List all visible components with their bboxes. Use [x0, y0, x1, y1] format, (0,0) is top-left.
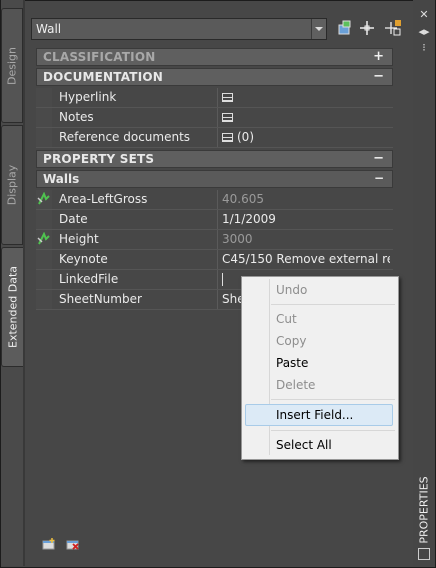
property-set-walls[interactable]: Walls −: [36, 170, 393, 188]
chevron-down-icon[interactable]: [311, 19, 326, 39]
property-row-reference-documents[interactable]: Reference documents (0): [36, 128, 393, 148]
tab-extended-data[interactable]: Extended Data: [1, 247, 23, 367]
menu-item-cut[interactable]: Cut: [276, 309, 297, 329]
autohide-icon[interactable]: ◂▸: [417, 25, 431, 39]
formula-property-icon: [37, 192, 50, 205]
property-row-area-leftgross[interactable]: Area-LeftGross 40.605: [36, 190, 393, 210]
expand-icon[interactable]: +: [373, 49, 384, 64]
palette-title: PROPERTIES: [417, 476, 431, 544]
collapse-icon[interactable]: −: [374, 171, 384, 185]
property-grid: CLASSIFICATION + DOCUMENTATION − Hyperli…: [36, 48, 393, 310]
menu-separator: [271, 304, 395, 305]
reference-documents-value[interactable]: (0): [222, 130, 390, 144]
worksheet-icon[interactable]: [222, 113, 233, 122]
collapse-icon[interactable]: −: [373, 69, 384, 84]
add-property-sets-icon[interactable]: [42, 538, 56, 550]
quick-select-icon[interactable]: [359, 20, 375, 36]
notes-value[interactable]: [222, 110, 390, 124]
property-row-notes[interactable]: Notes: [36, 108, 393, 128]
style-combo[interactable]: Wall: [31, 18, 327, 40]
menu-separator: [271, 399, 395, 400]
menu-item-copy[interactable]: Copy: [276, 331, 306, 351]
menu-separator: [271, 430, 395, 431]
text-cursor: [222, 273, 223, 286]
hyperlink-value[interactable]: [222, 90, 390, 104]
category-property-sets[interactable]: PROPERTY SETS −: [36, 150, 393, 168]
palette-settings-icon[interactable]: ⁝: [417, 41, 431, 55]
property-row-hyperlink[interactable]: Hyperlink: [36, 88, 393, 108]
context-menu: Undo Cut Copy Paste Delete Insert Field.…: [241, 276, 399, 460]
close-icon[interactable]: ✕: [417, 8, 431, 22]
category-classification[interactable]: CLASSIFICATION +: [36, 48, 393, 66]
menu-item-select-all[interactable]: Select All: [276, 435, 332, 455]
property-row-date[interactable]: Date 1/1/2009: [36, 210, 393, 230]
property-row-height[interactable]: Height 3000: [36, 230, 393, 250]
category-documentation[interactable]: DOCUMENTATION −: [36, 68, 393, 86]
menu-item-paste[interactable]: Paste: [276, 353, 308, 373]
collapse-icon[interactable]: −: [373, 151, 384, 166]
remove-property-sets-icon[interactable]: [66, 538, 80, 550]
menu-item-undo[interactable]: Undo: [276, 280, 307, 300]
tab-design[interactable]: Design: [1, 8, 23, 123]
worksheet-icon[interactable]: [222, 133, 233, 142]
worksheet-icon[interactable]: [222, 93, 233, 102]
menu-item-insert-field[interactable]: Insert Field...: [276, 405, 353, 425]
menu-item-delete[interactable]: Delete: [276, 375, 315, 395]
tab-display[interactable]: Display: [1, 125, 23, 245]
property-row-keynote[interactable]: Keynote C45/150 Remove external re...: [36, 250, 393, 270]
tab-divider: [23, 0, 25, 566]
select-similar-icon[interactable]: [336, 20, 352, 36]
formula-property-icon: [37, 232, 50, 245]
pickadd-icon[interactable]: [385, 20, 401, 36]
vertical-tab-strip: Design Display Extended Data: [1, 0, 23, 566]
style-combo-value: Wall: [36, 22, 62, 36]
